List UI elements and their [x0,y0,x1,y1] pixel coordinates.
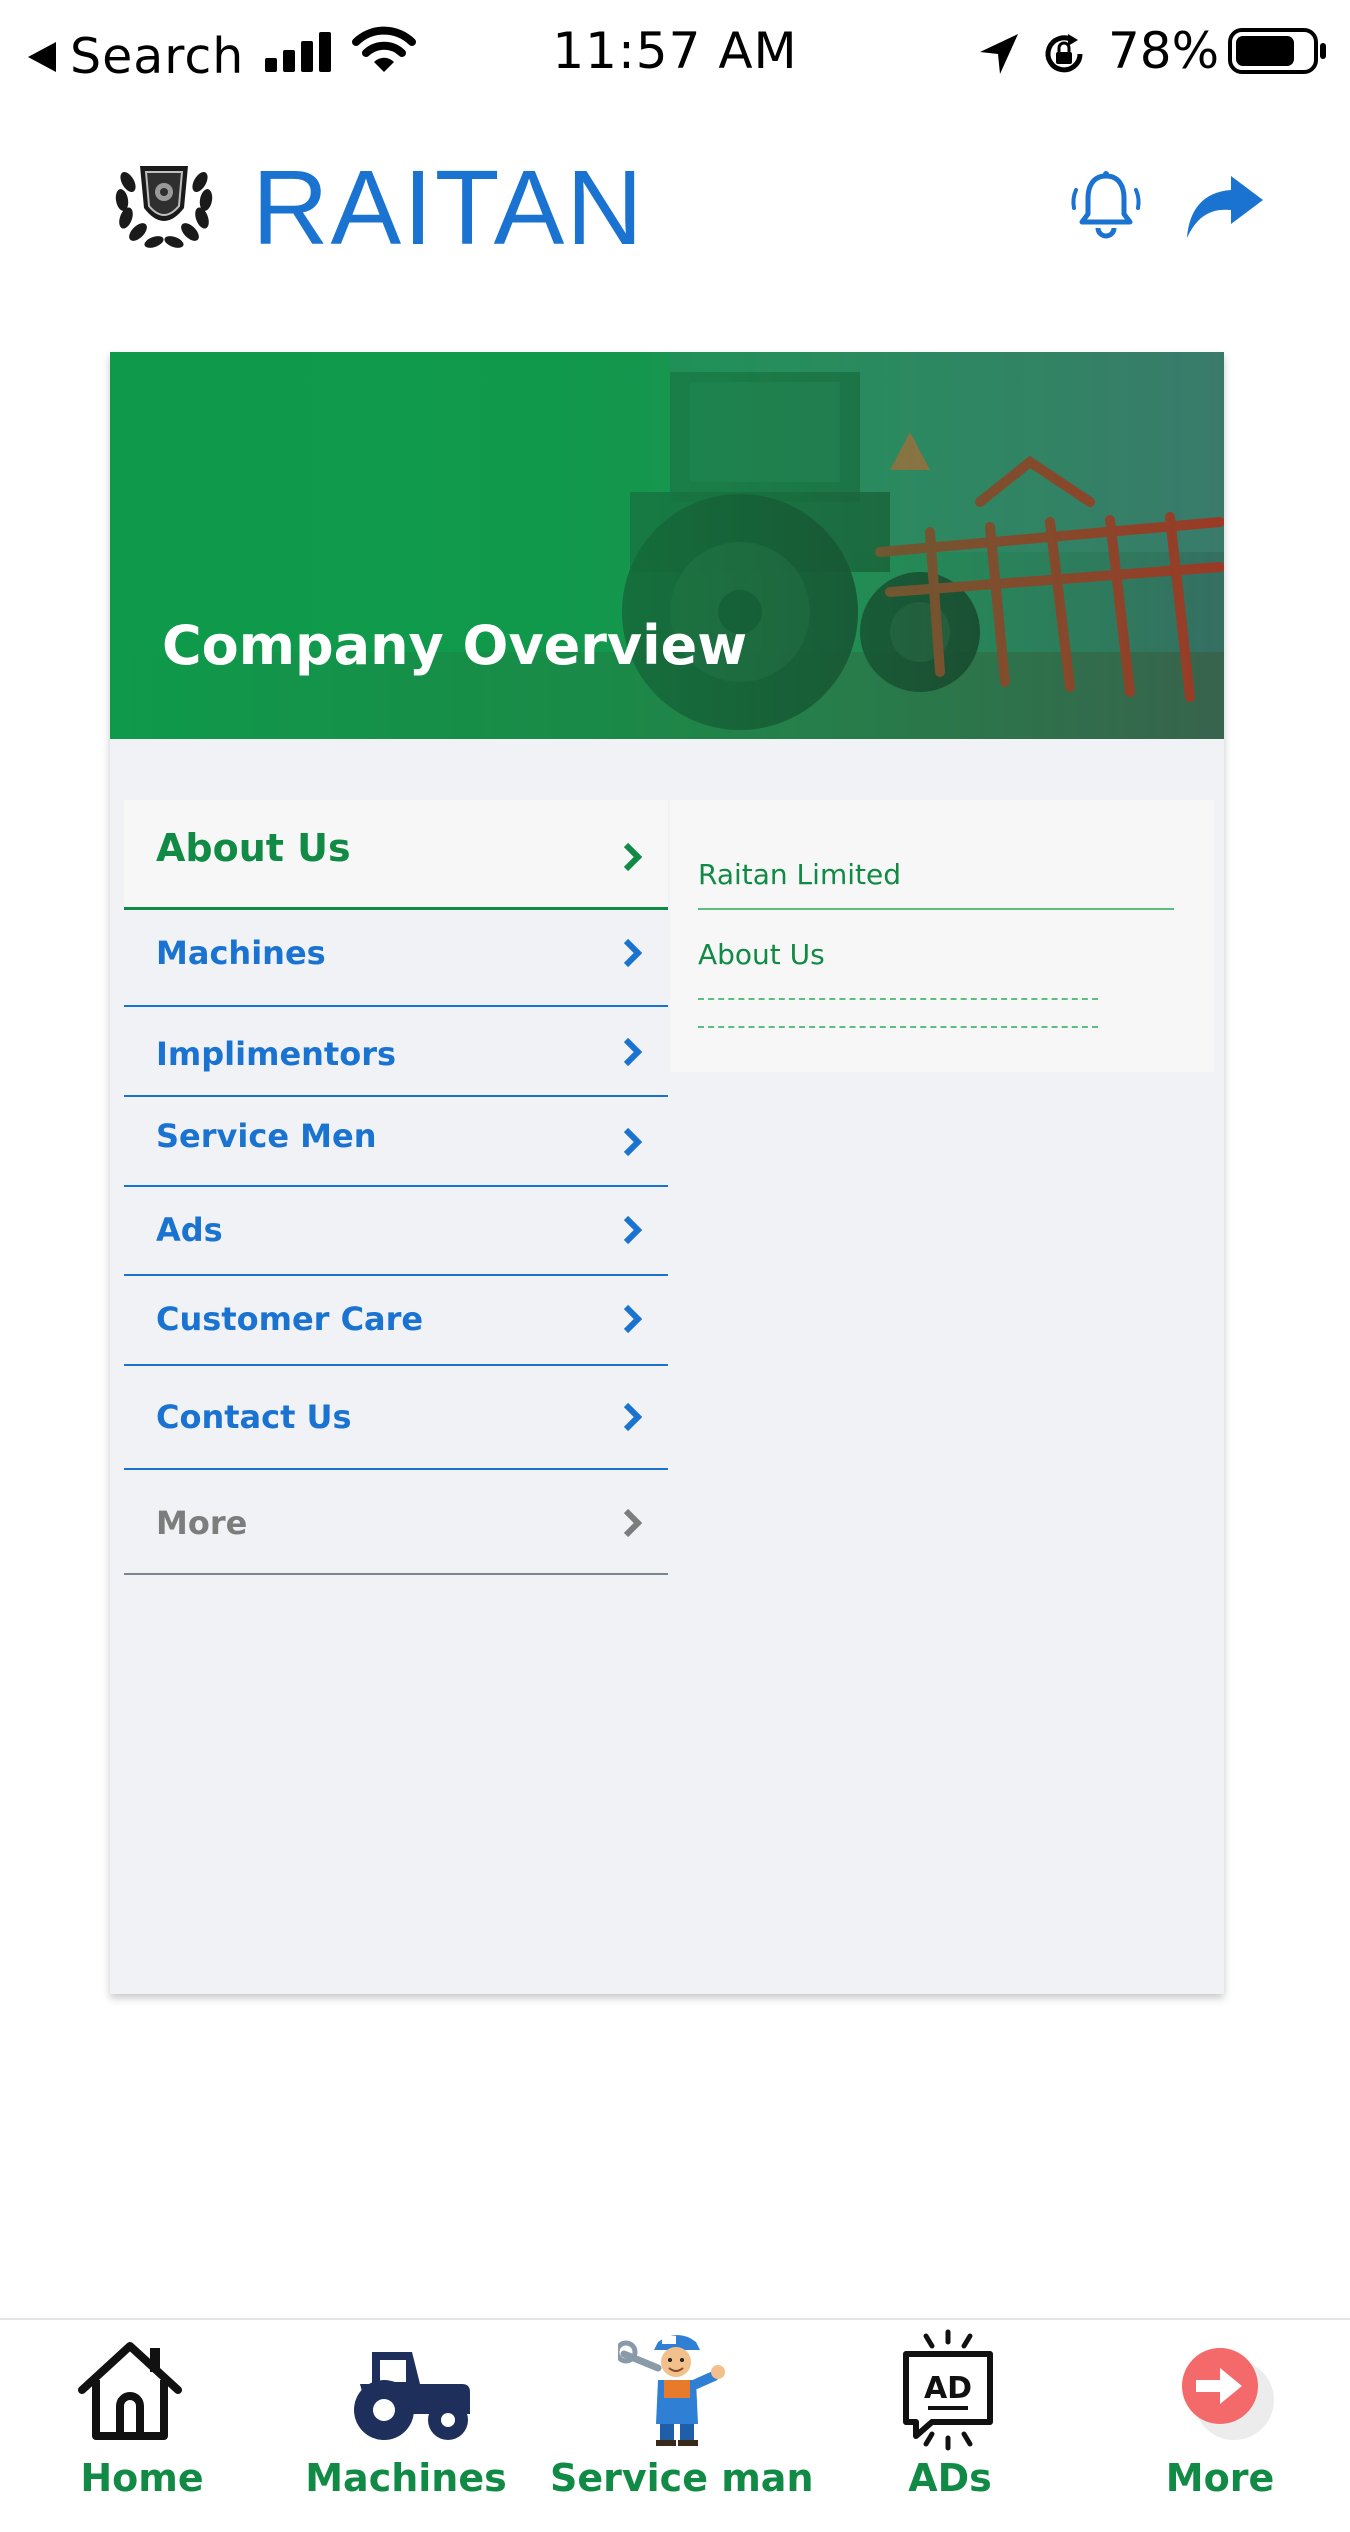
menu-item-label: About Us [156,826,351,870]
nav-label: Service man [550,2456,814,2500]
nav-label: ADs [908,2456,992,2500]
chevron-right-icon [623,1508,642,1538]
about-us-submenu: Raitan Limited About Us [670,800,1214,1072]
mechanic-icon [618,2335,725,2446]
divider [698,1026,1098,1028]
battery-icon [1228,28,1326,74]
banner-title: Company Overview [162,614,748,677]
menu-item-label: Machines [156,934,326,972]
menu-item-label: Ads [156,1211,223,1249]
chevron-right-icon [623,1402,642,1432]
nav-label: Machines [305,2456,507,2500]
share-arrow-icon[interactable] [1185,170,1265,242]
menu-item-service-men[interactable]: Service Men [124,1097,668,1187]
menu-item-label: Service Men [156,1117,377,1155]
menu-item-label: Implimentors [156,1035,397,1073]
menu-item-implimentors[interactable]: Implimentors [124,1007,668,1097]
tractor-icon [354,2352,470,2440]
app-title: RAITAN [252,149,645,267]
menu-item-contact-us[interactable]: Contact Us [124,1366,668,1470]
menu-item-machines[interactable]: Machines [124,910,668,1007]
bell-icon[interactable] [1068,168,1144,244]
divider [698,908,1174,910]
chevron-right-icon [623,842,642,872]
chevron-right-icon [623,1127,642,1157]
nav-label: Home [80,2456,204,2500]
battery-percent: 78% [1108,22,1220,80]
menu-item-label: More [156,1504,248,1542]
nav-machines[interactable]: Machines [300,2320,512,2532]
arrow-circle-icon [1182,2348,1274,2440]
nav-label: More [1165,2456,1275,2500]
overview-menu: About Us Machines Implimentors Service M… [124,800,668,1575]
submenu-item-about-us[interactable]: About Us [698,938,825,971]
rotation-lock-icon [1045,34,1083,73]
nav-more[interactable]: More [1140,2320,1300,2532]
home-icon [78,2342,182,2440]
banner-image: Company Overview [110,352,1224,739]
location-arrow-icon [980,34,1018,74]
wreath-shield-logo [115,166,213,248]
menu-item-more[interactable]: More [124,1470,668,1575]
bottom-navigation: Home Machines Service man AD ADs More [0,2318,1350,2532]
menu-item-label: Contact Us [156,1398,352,1436]
tractor-field-illustration [110,352,1224,739]
chevron-right-icon [623,1037,642,1067]
chevron-right-icon [623,1304,642,1334]
nav-service-man[interactable]: Service man [550,2320,814,2532]
chevron-right-icon [623,1215,642,1245]
nav-ads[interactable]: AD ADs [870,2320,1030,2532]
nav-home[interactable]: Home [60,2320,224,2532]
app-header: RAITAN [0,130,1350,280]
status-bar: Search 11:57 AM 78% [0,0,1350,110]
menu-item-label: Customer Care [156,1300,424,1338]
svg-text:AD: AD [924,2371,972,2406]
company-overview-card: Company Overview About Us Machines Impli… [110,352,1224,1994]
menu-item-about-us[interactable]: About Us [124,800,668,910]
divider [124,1573,668,1575]
menu-item-ads[interactable]: Ads [124,1187,668,1276]
ad-board-icon: AD [903,2329,993,2451]
submenu-item-raitan-limited[interactable]: Raitan Limited [698,858,901,891]
divider [698,998,1098,1000]
chevron-right-icon [623,938,642,968]
menu-item-customer-care[interactable]: Customer Care [124,1276,668,1366]
